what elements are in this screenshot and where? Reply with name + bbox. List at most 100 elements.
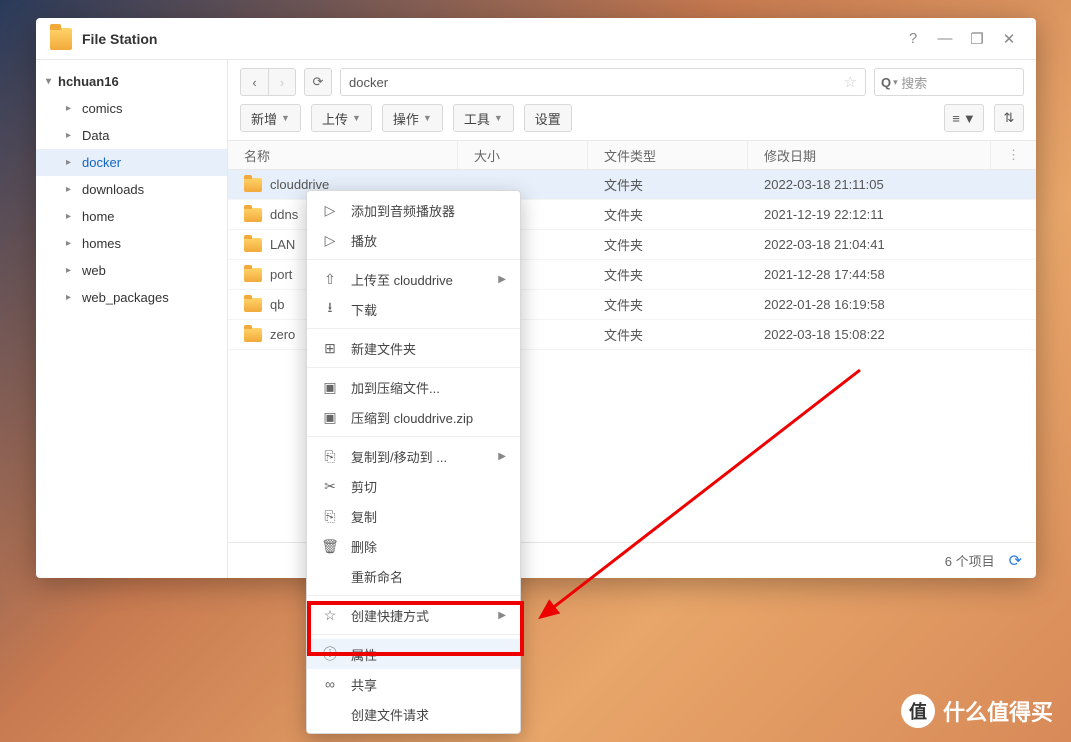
sidebar-item-label: web_packages [82, 290, 169, 305]
back-button[interactable]: ‹ [240, 68, 268, 96]
upload-icon: ⇧ [321, 271, 339, 288]
file-date: 2021-12-19 22:12:11 [748, 207, 1036, 222]
ctx-download[interactable]: ⭳下载 [307, 294, 520, 324]
refresh-button[interactable]: ⟳ [304, 68, 332, 96]
star-icon: ☆ [321, 607, 339, 624]
file-type: 文件夹 [588, 175, 748, 194]
search-input[interactable]: Q▾ 搜索 [874, 68, 1024, 96]
view-mode-button[interactable]: ≡▼ [944, 104, 984, 132]
star-icon[interactable]: ☆ [844, 73, 857, 91]
sidebar-item-label: Data [82, 128, 109, 143]
ctx-compress[interactable]: ▣压缩到 clouddrive.zip [307, 402, 520, 432]
col-name[interactable]: 名称 [228, 141, 458, 169]
context-menu: ▷添加到音频播放器 ▷播放 ⇧上传至 clouddrive▶ ⭳下载 ⊞新建文件… [306, 190, 521, 734]
file-type: 文件夹 [588, 235, 748, 254]
nav-toolbar: ‹ › ⟳ docker ☆ Q▾ 搜索 [228, 60, 1036, 104]
folder-icon [244, 298, 262, 312]
chevron-right-icon: ▸ [66, 238, 78, 249]
col-more[interactable]: ⋮ [991, 141, 1036, 169]
path-input[interactable]: docker ☆ [340, 68, 866, 96]
file-type: 文件夹 [588, 205, 748, 224]
watermark-badge: 值 [901, 694, 935, 728]
ctx-add-archive[interactable]: ▣加到压缩文件... [307, 372, 520, 402]
file-name: zero [270, 327, 295, 342]
file-type: 文件夹 [588, 325, 748, 344]
file-date: 2022-03-18 21:11:05 [748, 177, 1036, 192]
play-add-icon: ▷ [321, 202, 339, 219]
ctx-shortcut[interactable]: ☆创建快捷方式▶ [307, 600, 520, 630]
minimize-button[interactable]: — [932, 26, 958, 52]
col-size[interactable]: 大小 [458, 141, 588, 169]
table-header: 名称 大小 文件类型 修改日期 ⋮ [228, 140, 1036, 170]
app-window: File Station ? — ❐ ✕ ▾ hchuan16 ▸comics▸… [36, 18, 1036, 578]
ctx-upload-to[interactable]: ⇧上传至 clouddrive▶ [307, 264, 520, 294]
sidebar-item-home[interactable]: ▸ home [36, 203, 227, 230]
info-icon: ⓘ [321, 644, 339, 664]
sidebar-item-label: homes [82, 236, 121, 251]
ctx-cut[interactable]: ✂剪切 [307, 471, 520, 501]
forward-button[interactable]: › [268, 68, 296, 96]
archive-icon: ▣ [321, 379, 339, 396]
new-folder-icon: ⊞ [321, 340, 339, 357]
file-type: 文件夹 [588, 265, 748, 284]
ctx-play[interactable]: ▷播放 [307, 225, 520, 255]
sidebar-item-homes[interactable]: ▸ homes [36, 230, 227, 257]
ctx-copy[interactable]: ⎘复制 [307, 501, 520, 531]
chevron-down-icon: ▾ [46, 76, 58, 87]
action-button[interactable]: 操作▼ [382, 104, 443, 132]
file-name: qb [270, 297, 284, 312]
ctx-share[interactable]: ∞共享 [307, 669, 520, 699]
path-text: docker [349, 75, 388, 90]
chevron-right-icon: ▸ [66, 211, 78, 222]
sidebar-item-docker[interactable]: ▸docker [36, 149, 227, 176]
item-count: 6 个项目 [945, 551, 995, 570]
file-name: ddns [270, 207, 298, 222]
upload-button[interactable]: 上传▼ [311, 104, 372, 132]
sidebar-item-web_packages[interactable]: ▸web_packages [36, 284, 227, 311]
copy-move-icon: ⎘ [321, 448, 339, 465]
ctx-properties[interactable]: ⓘ属性 [307, 639, 520, 669]
maximize-button[interactable]: ❐ [964, 26, 990, 52]
action-toolbar: 新增▼ 上传▼ 操作▼ 工具▼ 设置 ≡▼ ⇅ [228, 104, 1036, 140]
sidebar-item-comics[interactable]: ▸comics [36, 95, 227, 122]
sidebar-item-label: docker [82, 155, 121, 170]
col-type[interactable]: 文件类型 [588, 141, 748, 169]
ctx-rename[interactable]: 重新命名 [307, 561, 520, 591]
folder-icon [244, 268, 262, 282]
chevron-right-icon: ▸ [66, 265, 78, 276]
reload-button[interactable]: ⟳ [1009, 551, 1022, 571]
close-button[interactable]: ✕ [996, 26, 1022, 52]
help-button[interactable]: ? [900, 26, 926, 52]
ctx-delete[interactable]: 🗑删除 [307, 531, 520, 561]
ctx-add-player[interactable]: ▷添加到音频播放器 [307, 195, 520, 225]
tree-root[interactable]: ▾ hchuan16 [36, 68, 227, 95]
settings-button[interactable]: 设置 [524, 104, 572, 132]
delete-icon: 🗑 [321, 538, 339, 555]
file-name: port [270, 267, 292, 282]
sidebar: ▾ hchuan16 ▸comics▸Data▸docker▸downloads… [36, 60, 228, 578]
search-placeholder: 搜索 [901, 73, 927, 92]
chevron-right-icon: ▶ [498, 451, 506, 462]
chevron-right-icon: ▶ [498, 610, 506, 621]
ctx-file-request[interactable]: 创建文件请求 [307, 699, 520, 729]
folder-icon [244, 328, 262, 342]
sidebar-item-data[interactable]: ▸Data [36, 122, 227, 149]
file-name: LAN [270, 237, 295, 252]
chevron-right-icon: ▸ [66, 103, 78, 114]
sort-button[interactable]: ⇅ [994, 104, 1024, 132]
ctx-new-folder[interactable]: ⊞新建文件夹 [307, 333, 520, 363]
new-button[interactable]: 新增▼ [240, 104, 301, 132]
sidebar-item-downloads[interactable]: ▸downloads [36, 176, 227, 203]
file-date: 2022-03-18 21:04:41 [748, 237, 1036, 252]
ctx-copy-move[interactable]: ⎘复制到/移动到 ...▶ [307, 441, 520, 471]
tool-button[interactable]: 工具▼ [453, 104, 514, 132]
sidebar-item-web[interactable]: ▸ web [36, 257, 227, 284]
sidebar-item-label: web [82, 263, 106, 278]
file-date: 2022-03-18 15:08:22 [748, 327, 1036, 342]
sidebar-item-label: home [82, 209, 115, 224]
watermark-text: 什么值得买 [943, 695, 1053, 727]
col-date[interactable]: 修改日期 [748, 141, 991, 169]
copy-icon: ⎘ [321, 508, 339, 525]
share-icon: ∞ [321, 676, 339, 692]
file-type: 文件夹 [588, 295, 748, 314]
